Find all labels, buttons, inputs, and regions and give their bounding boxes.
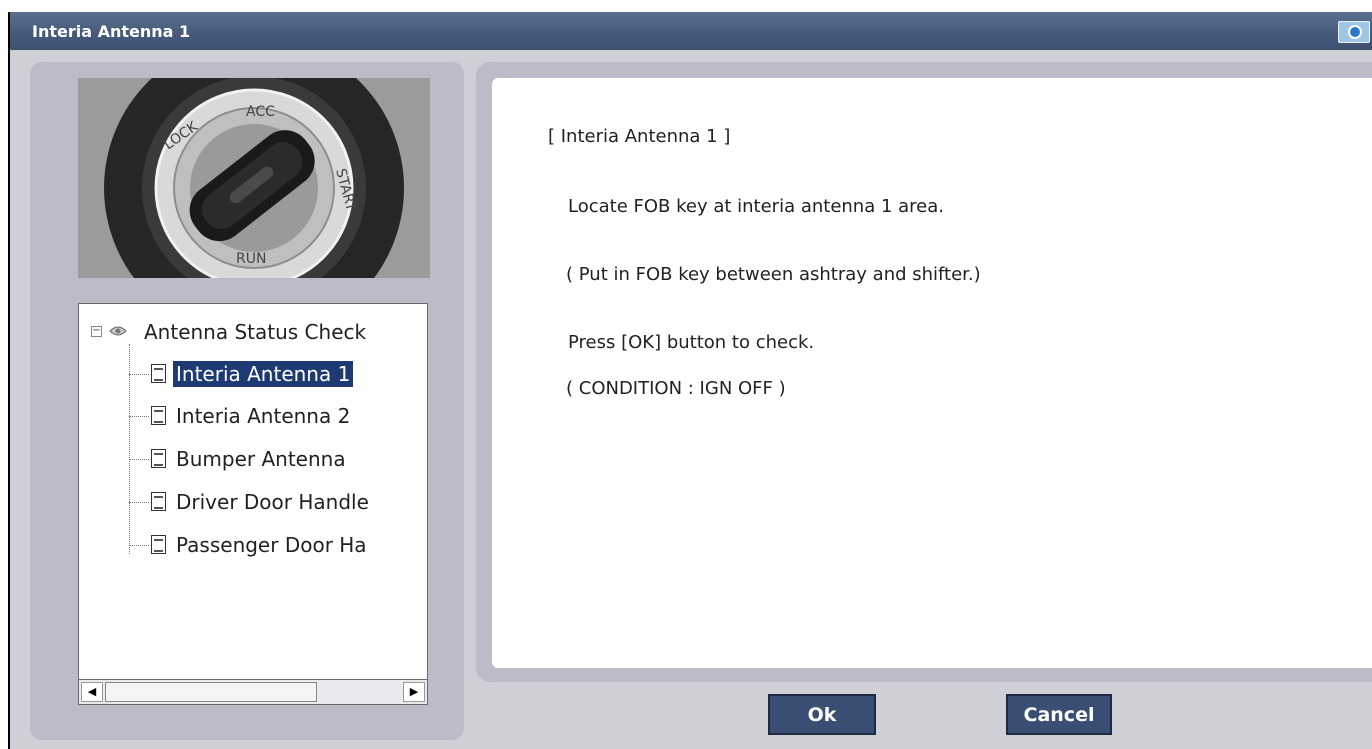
ok-button[interactable]: Ok [768, 694, 876, 735]
scroll-left-button[interactable]: ◀ [81, 682, 103, 702]
document-icon [151, 406, 166, 425]
tree-item-label: Bumper Antenna [176, 447, 346, 471]
tree-connector [129, 502, 149, 503]
document-icon [151, 535, 166, 554]
horizontal-scrollbar[interactable]: ◀ ▶ [78, 679, 428, 705]
camera-icon[interactable] [1338, 21, 1370, 43]
instruction-line-locate: Locate FOB key at interia antenna 1 area… [568, 196, 945, 217]
scroll-right-button[interactable]: ▶ [403, 682, 425, 702]
tree-connector [129, 374, 149, 375]
instruction-heading: [ Interia Antenna 1 ] [548, 126, 731, 147]
tree-item-label: Interia Antenna 1 [173, 361, 354, 387]
instruction-line-condition: ( CONDITION : IGN OFF ) [566, 378, 786, 399]
tree-connector [129, 545, 149, 546]
cancel-button[interactable]: Cancel [1006, 694, 1112, 735]
document-icon [151, 449, 166, 468]
tree-item-bumper-antenna[interactable]: Bumper Antenna [79, 445, 427, 475]
antenna-group-icon [109, 326, 127, 336]
instruction-panel: [ Interia Antenna 1 ] Locate FOB key at … [492, 78, 1372, 668]
ignition-switch-photo: LOCK ACC START RUN [78, 78, 430, 278]
tree-item-interia-antenna-2[interactable]: Interia Antenna 2 [79, 402, 427, 432]
tree-item-label: Driver Door Handle [176, 490, 369, 514]
collapse-icon[interactable]: − [91, 326, 102, 337]
tree-connector [129, 459, 149, 460]
scroll-thumb[interactable] [105, 682, 317, 702]
tree-item-passenger-door-handle[interactable]: Passenger Door Ha [79, 531, 427, 561]
tree-item-interia-antenna-1[interactable]: Interia Antenna 1 [79, 360, 427, 390]
tree-item-driver-door-handle[interactable]: Driver Door Handle [79, 488, 427, 518]
tree-root-antenna-status-check[interactable]: − Antenna Status Check [79, 318, 427, 348]
title-bar: Interia Antenna 1 [10, 12, 1372, 50]
document-icon [151, 364, 166, 383]
ring-text-bottom: RUN [236, 251, 266, 267]
instruction-line-press: Press [OK] button to check. [568, 332, 815, 353]
ring-text-top: ACC [246, 104, 275, 120]
tree-item-label: Passenger Door Ha [176, 533, 367, 557]
tree-item-label: Interia Antenna 2 [176, 404, 351, 428]
instruction-line-note: ( Put in FOB key between ashtray and shi… [566, 264, 981, 285]
document-icon [151, 492, 166, 511]
antenna-tree: − Antenna Status Check Interia Antenna 1… [78, 303, 428, 705]
tree-root-label: Antenna Status Check [144, 320, 367, 344]
tree-connector [129, 416, 149, 417]
window-title: Interia Antenna 1 [32, 22, 191, 41]
